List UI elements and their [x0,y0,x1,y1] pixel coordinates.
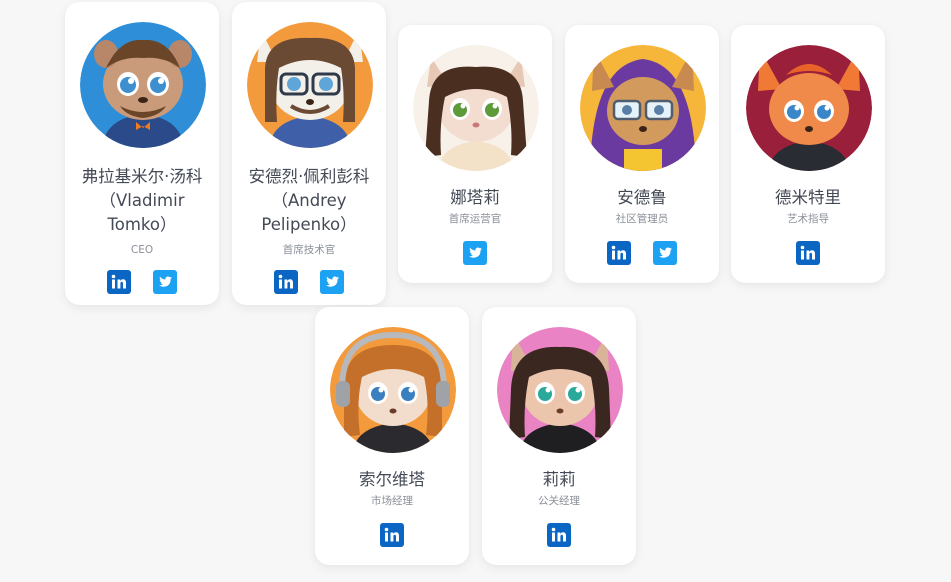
avatar-andrey [247,22,373,148]
avatar-solvita [330,327,456,453]
team-card-andrey: 安德烈·佩利彭科（Andrey Pelipenko） 首席技术官 [232,2,386,305]
linkedin-icon[interactable] [547,523,571,547]
linkedin-icon[interactable] [107,270,131,294]
team-card-andrew: 安德鲁 社区管理员 [565,25,719,283]
twitter-icon[interactable] [653,241,677,265]
linkedin-icon[interactable] [380,523,404,547]
member-name: 娜塔莉 [450,188,500,207]
twitter-icon[interactable] [463,241,487,265]
member-name: 索尔维塔 [359,470,425,489]
member-name: 安德鲁 [617,188,667,207]
team-card-lily: 莉莉 公关经理 [482,307,636,565]
team-card-dmitry: 德米特里 艺术指导 [731,25,885,283]
linkedin-icon[interactable] [607,241,631,265]
avatar-natalie [413,45,539,171]
member-role: 公关经理 [538,495,580,507]
twitter-icon[interactable] [320,270,344,294]
member-role: 首席运营官 [448,213,502,225]
avatar-lily [497,327,623,453]
member-role: 社区管理员 [615,213,669,225]
avatar-dmitry [746,45,872,171]
team-card-solvita: 索尔维塔 市场经理 [315,307,469,565]
avatar-andrew [580,45,706,171]
social-links [398,241,552,265]
member-name: 安德烈·佩利彭科（Andrey Pelipenko） [248,167,370,234]
team-card-natalie: 娜塔莉 首席运营官 [398,25,552,283]
linkedin-icon[interactable] [796,241,820,265]
social-links [65,270,219,294]
social-links [232,270,386,294]
member-role: CEO [130,244,154,256]
member-role: 市场经理 [371,495,413,507]
member-name: 德米特里 [775,188,841,207]
linkedin-icon[interactable] [274,270,298,294]
social-links [482,523,636,547]
social-links [731,241,885,265]
member-name: 弗拉基米尔·汤科（Vladimir Tomko） [81,167,203,234]
social-links [565,241,719,265]
team-card-vladimir: 弗拉基米尔·汤科（Vladimir Tomko） CEO [65,2,219,305]
twitter-icon[interactable] [153,270,177,294]
member-role: 艺术指导 [787,213,829,225]
social-links [315,523,469,547]
avatar-vladimir [80,22,206,148]
member-name: 莉莉 [542,470,576,489]
member-role: 首席技术官 [282,244,336,256]
